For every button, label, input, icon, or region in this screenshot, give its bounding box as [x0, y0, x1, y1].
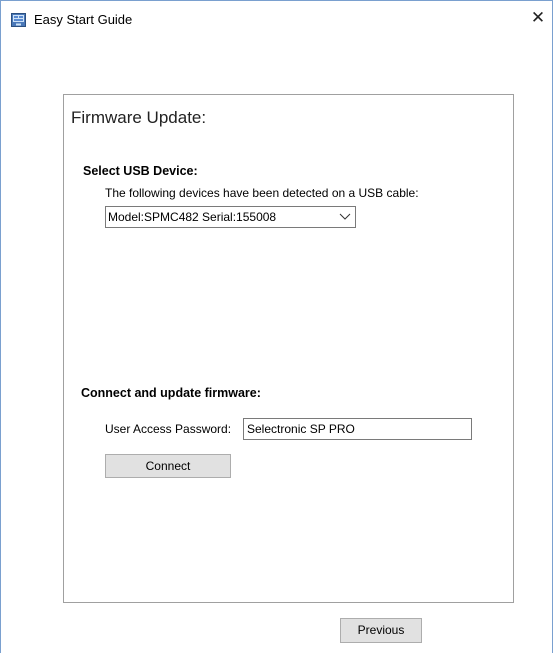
previous-button[interactable]: Previous [340, 618, 422, 643]
easy-start-guide-window: Easy Start Guide ✕ Firmware Update: Sele… [0, 0, 553, 653]
chevron-down-icon [339, 213, 351, 220]
connect-button[interactable]: Connect [105, 454, 231, 478]
devices-detected-description: The following devices have been detected… [105, 186, 419, 200]
select-usb-device-heading: Select USB Device: [83, 164, 198, 178]
window-title: Easy Start Guide [34, 12, 133, 27]
password-input[interactable]: Selectronic SP PRO [243, 418, 472, 440]
title-bar[interactable]: Easy Start Guide ✕ [1, 1, 552, 35]
panel-title: Firmware Update: [71, 108, 207, 127]
close-icon: ✕ [530, 8, 546, 28]
selected-device-value: Model:SPMC482 Serial:155008 [108, 210, 277, 224]
connect-update-heading: Connect and update firmware: [81, 386, 261, 400]
firmware-update-panel: Firmware Update: Select USB Device: The … [63, 94, 514, 603]
password-label: User Access Password: [105, 422, 232, 436]
close-button[interactable]: ✕ [524, 5, 552, 31]
app-window-icon [11, 13, 26, 27]
usb-device-select[interactable]: Model:SPMC482 Serial:155008 [105, 206, 356, 228]
